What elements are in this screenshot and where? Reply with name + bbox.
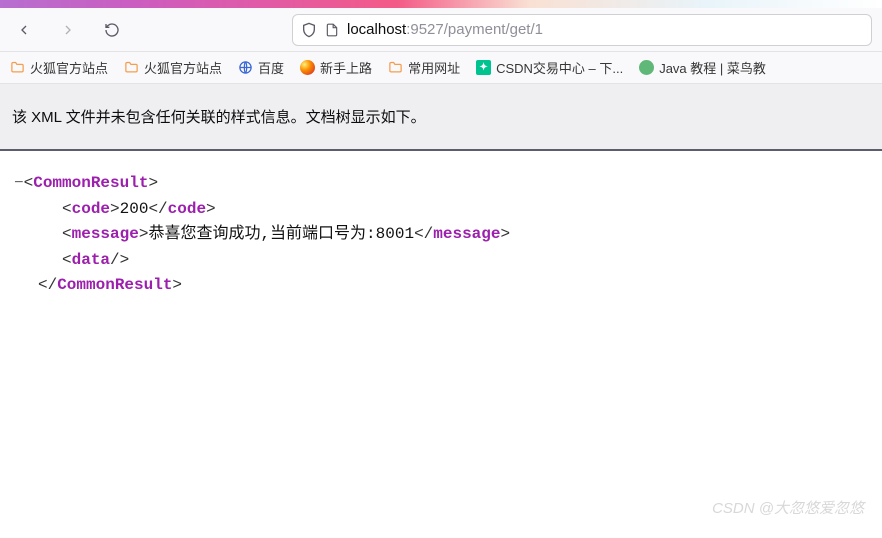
bookmark-item[interactable]: 火狐官方站点 <box>124 58 222 77</box>
xml-tree: −<CommonResult> <code>200</code> <messag… <box>0 151 882 319</box>
xml-text: 恭喜您查询成功,当前端口号为:8001 <box>148 225 414 243</box>
back-button[interactable] <box>10 16 38 44</box>
bookmark-label: 火狐官方站点 <box>30 58 108 77</box>
bookmark-item[interactable]: 常用网址 <box>388 58 460 77</box>
bookmark-label: 常用网址 <box>408 58 460 77</box>
bookmark-label: CSDN交易中心 – 下... <box>496 58 623 77</box>
xml-line: </CommonResult> <box>14 273 868 299</box>
shield-icon <box>301 22 317 38</box>
xml-line: <code>200</code> <box>14 197 868 223</box>
bookmarks-bar: 火狐官方站点 火狐官方站点 百度 新手上路 常用网址 ✦ CSDN交易中心 – … <box>0 52 882 84</box>
bookmark-item[interactable]: 百度 <box>238 58 284 77</box>
xml-notice: 该 XML 文件并未包含任何关联的样式信息。文档树显示如下。 <box>0 84 882 151</box>
url-port: :9527 <box>406 21 444 38</box>
url-path: /payment/get/1 <box>444 21 543 38</box>
xml-tag: CommonResult <box>33 174 148 192</box>
xml-tag: message <box>72 225 139 243</box>
watermark: CSDN @大忽悠爱忽悠 <box>712 497 864 518</box>
bookmark-item[interactable]: 火狐官方站点 <box>10 58 108 77</box>
csdn-icon: ✦ <box>476 60 491 75</box>
bookmark-label: 火狐官方站点 <box>144 58 222 77</box>
toolbar: localhost:9527/payment/get/1 <box>0 8 882 52</box>
bookmark-item[interactable]: ✦ CSDN交易中心 – 下... <box>476 58 623 77</box>
xml-tag: CommonResult <box>57 276 172 294</box>
reload-button[interactable] <box>98 16 126 44</box>
bookmark-label: 百度 <box>258 58 284 77</box>
folder-icon <box>388 60 403 75</box>
bookmark-label: 新手上路 <box>320 58 372 77</box>
globe-icon <box>238 60 253 75</box>
folder-icon <box>10 60 25 75</box>
xml-line: <message>恭喜您查询成功,当前端口号为:8001</message> <box>14 222 868 248</box>
firefox-icon <box>300 60 315 75</box>
xml-tag: code <box>168 200 206 218</box>
xml-tag: code <box>72 200 110 218</box>
forward-button[interactable] <box>54 16 82 44</box>
folder-icon <box>124 60 139 75</box>
address-bar[interactable]: localhost:9527/payment/get/1 <box>292 14 872 46</box>
xml-tag: data <box>72 251 110 269</box>
tab-strip <box>0 0 882 8</box>
xml-text: 200 <box>120 200 149 218</box>
url-text: localhost:9527/payment/get/1 <box>347 21 543 38</box>
url-host: localhost <box>347 21 406 38</box>
bookmark-item[interactable]: Java 教程 | 菜鸟教 <box>639 58 766 77</box>
bookmark-label: Java 教程 | 菜鸟教 <box>659 58 766 77</box>
bookmark-item[interactable]: 新手上路 <box>300 58 372 77</box>
java-icon <box>639 60 654 75</box>
collapse-toggle[interactable]: − <box>14 174 24 192</box>
xml-line: −<CommonResult> <box>14 171 868 197</box>
page-icon <box>325 22 339 38</box>
xml-tag: message <box>433 225 500 243</box>
xml-line: <data/> <box>14 248 868 274</box>
